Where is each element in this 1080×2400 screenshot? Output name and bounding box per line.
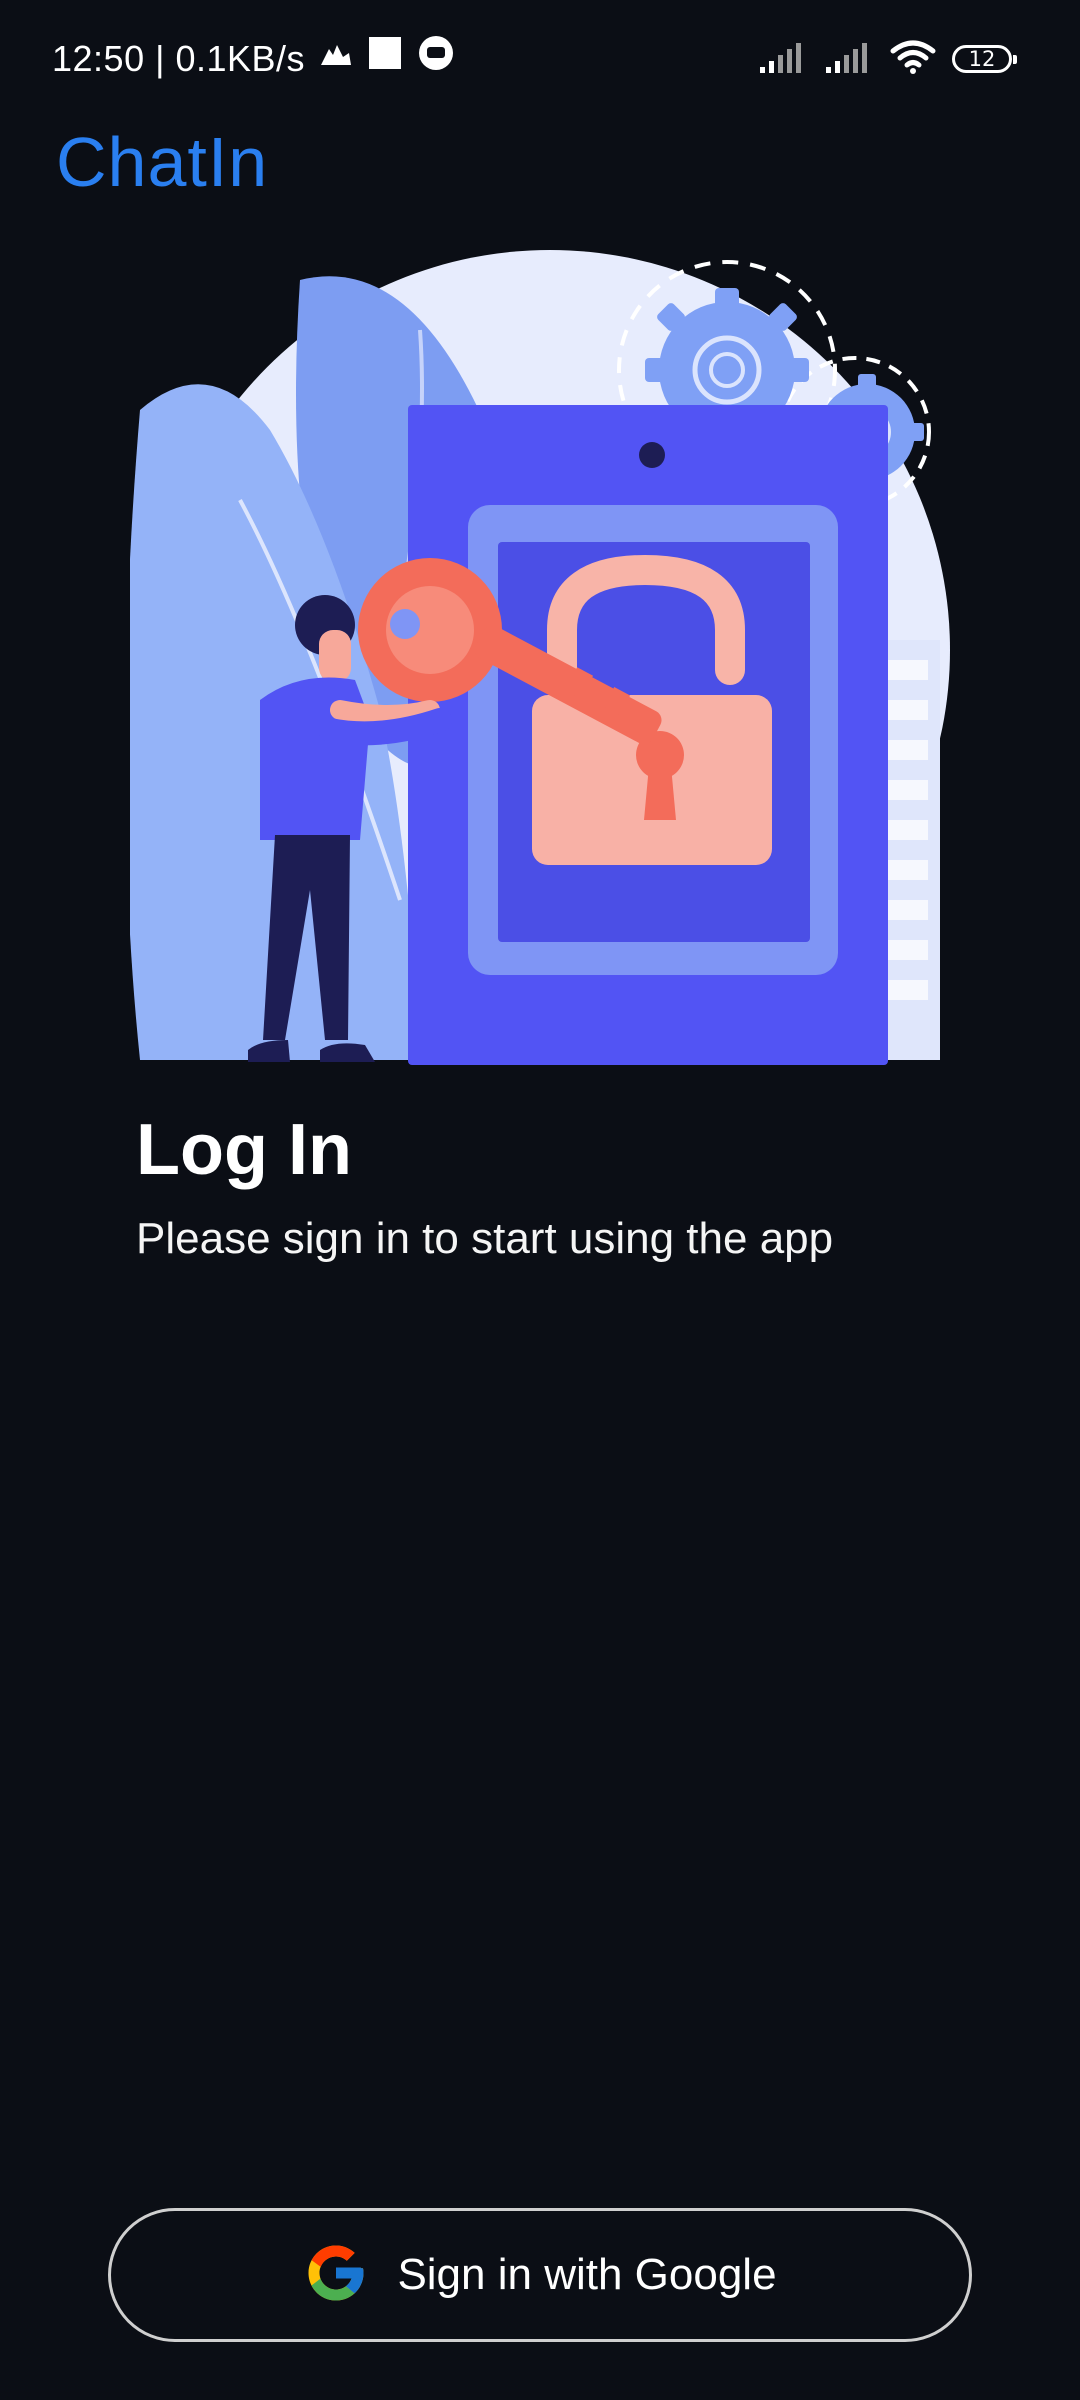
battery-icon: 12: [952, 45, 1017, 73]
login-lock-illustration: [130, 250, 950, 1065]
battery-level: 12: [968, 47, 996, 71]
signal-strength-2-icon: [824, 39, 874, 80]
notification-circle-icon: [417, 34, 455, 85]
status-left: 12:50 | 0.1KB/s: [52, 34, 455, 84]
signal-strength-1-icon: [758, 39, 808, 80]
page-subtitle: Please sign in to start using the app: [136, 1214, 834, 1263]
notification-cloud-icon: [319, 34, 353, 84]
google-logo-icon: [303, 2240, 369, 2311]
app-name: ChatIn: [56, 123, 269, 201]
notification-square-icon: [367, 34, 403, 84]
status-right: 12: [758, 36, 1017, 82]
google-button-label: Sign in with Google: [397, 2250, 777, 2299]
sign-in-with-google-button[interactable]: Sign in with Google: [108, 2208, 972, 2342]
page-title: Log In: [136, 1110, 352, 1190]
wifi-icon: [890, 39, 936, 80]
status-time-speed: 12:50 | 0.1KB/s: [52, 38, 306, 79]
status-bar: 12:50 | 0.1KB/s 12: [0, 0, 1080, 115]
